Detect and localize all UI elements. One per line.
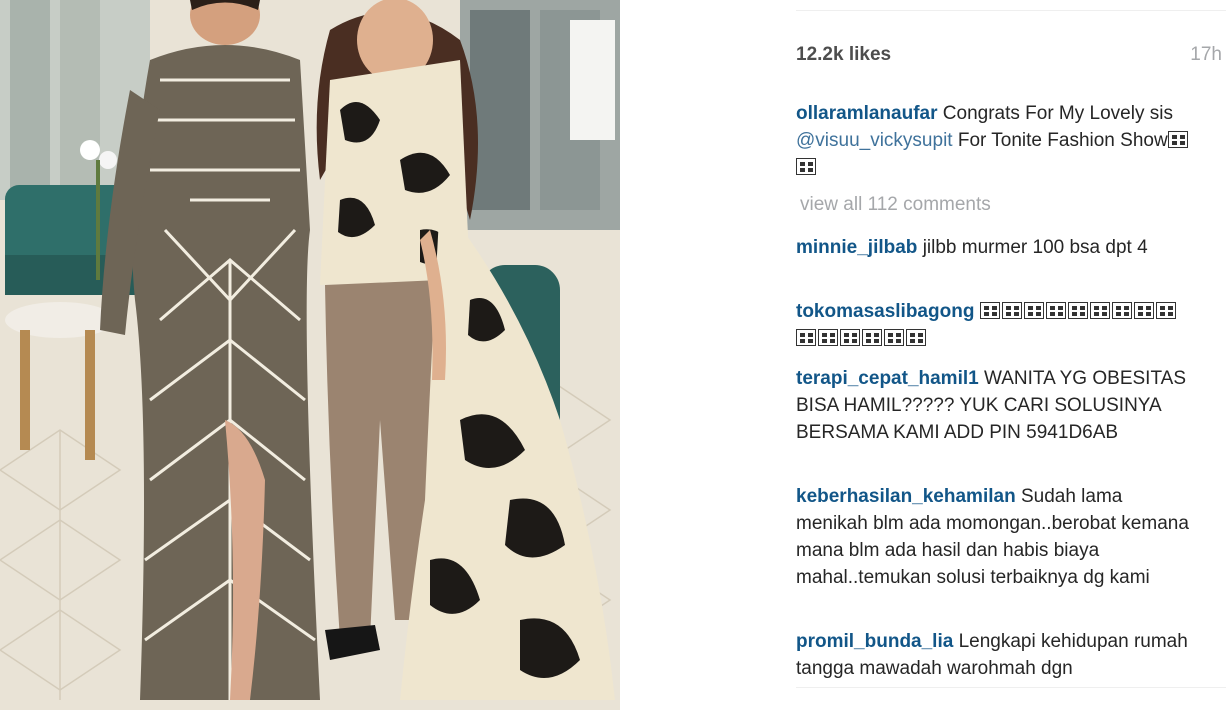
comment-username[interactable]: keberhasilan_kehamilan <box>796 486 1016 507</box>
caption-mention[interactable]: @visuu_vickysupit <box>796 130 953 151</box>
caption-text: Congrats For My Lovely sis <box>937 103 1173 124</box>
missing-glyph-icon <box>906 329 926 346</box>
missing-glyph-icon <box>862 329 882 346</box>
missing-glyph-icon <box>1155 302 1176 319</box>
photo-illustration <box>0 0 620 710</box>
post-caption: ollaramlanaufar Congrats For My Lovely s… <box>796 100 1196 181</box>
missing-glyph-icon <box>884 329 904 346</box>
missing-glyph-icon <box>840 329 860 346</box>
missing-glyph-icon <box>1111 302 1132 319</box>
missing-glyph-icon <box>1089 302 1110 319</box>
caption-username[interactable]: ollaramlanaufar <box>796 103 938 124</box>
missing-glyph-icon <box>1045 302 1066 319</box>
caption-text-end: For Tonite Fashion Show <box>952 130 1168 151</box>
comment-username[interactable]: minnie_jilbab <box>796 237 917 258</box>
comment-username[interactable]: tokomasaslibagong <box>796 301 974 322</box>
comment-item: terapi_cepat_hamil1 WANITA YG OBESITAS B… <box>796 365 1196 446</box>
divider <box>796 687 1226 688</box>
post-photo[interactable] <box>0 0 620 710</box>
missing-glyph-icon <box>1023 302 1044 319</box>
comment-item: promil_bunda_lia Lengkapi kehidupan ruma… <box>796 628 1196 682</box>
view-all-comments-link[interactable]: view all 112 comments <box>800 194 991 216</box>
comment-item: tokomasaslibagong <box>796 298 1196 352</box>
missing-glyph-icon <box>818 329 838 346</box>
comment-text: jilbb murmer 100 bsa dpt 4 <box>917 237 1148 258</box>
missing-glyph-icon <box>796 158 816 175</box>
missing-glyph-icon <box>1167 131 1188 148</box>
post-details-panel: 12.2k likes 17h ollaramlanaufar Congrats… <box>796 0 1226 710</box>
missing-glyph-icon <box>979 302 1000 319</box>
divider <box>796 10 1226 11</box>
comment-item: keberhasilan_kehamilan Sudah lama menika… <box>796 483 1196 591</box>
missing-glyph-icon <box>796 329 816 346</box>
missing-glyph-icon <box>1001 302 1022 319</box>
missing-glyph-icon <box>1133 302 1154 319</box>
comment-username[interactable]: terapi_cepat_hamil1 <box>796 368 979 389</box>
likes-count[interactable]: 12.2k likes <box>796 44 891 66</box>
post-time[interactable]: 17h <box>1190 44 1222 66</box>
missing-glyph-icon <box>1067 302 1088 319</box>
comment-item: minnie_jilbab jilbb murmer 100 bsa dpt 4 <box>796 234 1196 261</box>
comment-username[interactable]: promil_bunda_lia <box>796 631 953 652</box>
